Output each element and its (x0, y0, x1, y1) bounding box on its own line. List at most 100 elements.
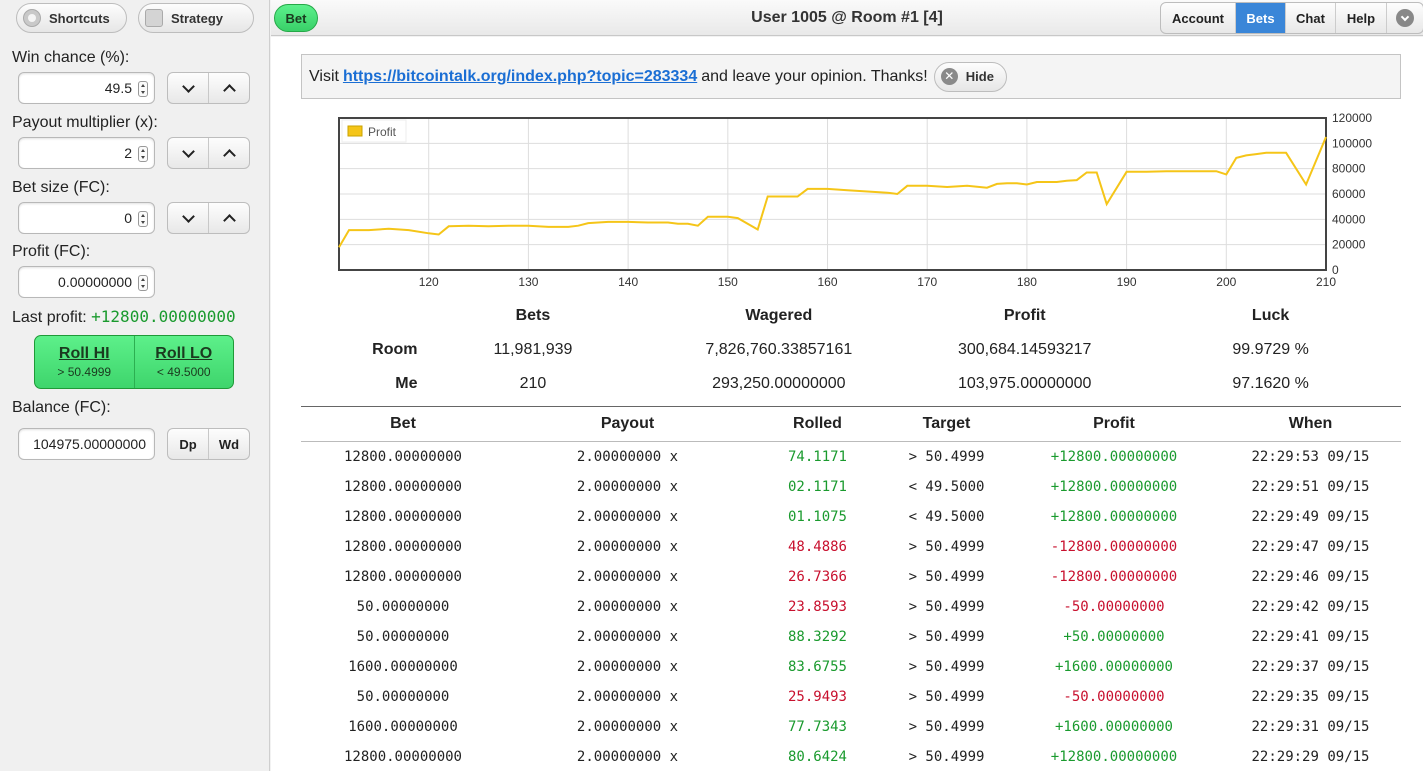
hide-button[interactable]: ✕ Hide (933, 61, 1007, 92)
bet-tab-button[interactable]: Bet (274, 4, 318, 32)
y-tick-label: 40000 (1332, 212, 1366, 226)
payout-label: Payout multiplier (x): (12, 114, 158, 131)
nav-more-button[interactable] (1387, 3, 1423, 33)
increase-button[interactable] (209, 138, 249, 168)
cell-rolled: 02.1171 (787, 479, 847, 495)
cell-profit: +50.00000000 (1063, 629, 1165, 645)
last-profit-value: +12800.00000000 (91, 307, 236, 326)
cell-rolled: 26.7366 (787, 569, 847, 585)
cell-payout: 2.00000000 x (576, 719, 679, 735)
withdraw-button[interactable]: Wd (209, 429, 249, 459)
nav-bets[interactable]: Bets (1236, 3, 1286, 33)
roll-lo-button[interactable]: Roll LO < 49.5000 (135, 336, 234, 388)
nav-help[interactable]: Help (1336, 3, 1387, 33)
balance-label: Balance (FC): (12, 399, 111, 416)
decrease-button[interactable] (168, 73, 209, 103)
cell-bet: 50.00000000 (356, 629, 450, 645)
checkbox-icon (145, 9, 163, 27)
bet-size-input[interactable]: 0 (18, 202, 155, 234)
cell-bet: 50.00000000 (356, 689, 450, 705)
y-tick-label: 20000 (1332, 238, 1366, 252)
sidebar: Shortcuts Strategy Win chance (%): 49.5 … (0, 0, 270, 771)
cell-payout: 2.00000000 x (576, 659, 679, 675)
column-header: Target (922, 415, 971, 432)
stats-cell: 99.9729 % (1232, 341, 1309, 358)
chevron-up-icon (222, 83, 236, 97)
notice-banner: Visit https://bitcointalk.org/index.php?… (301, 54, 1401, 99)
cell-rolled: 74.1171 (787, 449, 847, 465)
cell-target: > 50.4999 (908, 569, 985, 585)
last-profit: Last profit: +12800.00000000 (12, 307, 236, 327)
cell-target: > 50.4999 (908, 749, 985, 765)
cell-profit: -50.00000000 (1063, 689, 1165, 705)
x-tick-label: 140 (618, 275, 638, 289)
payout-input[interactable]: 2 (18, 137, 155, 169)
cell-rolled: 77.7343 (787, 719, 847, 735)
y-tick-label: 120000 (1332, 112, 1372, 125)
cell-payout: 2.00000000 x (576, 449, 679, 465)
cell-profit: +12800.00000000 (1050, 509, 1178, 525)
column-header: Rolled (793, 415, 842, 432)
column-header: Bet (390, 415, 416, 432)
legend-swatch (347, 125, 363, 137)
cell-payout: 2.00000000 x (576, 749, 679, 765)
cell-when: 22:29:35 09/15 (1251, 689, 1370, 705)
stats-header: Wagered (745, 307, 813, 324)
deposit-button[interactable]: Dp (168, 429, 209, 459)
cell-profit: +12800.00000000 (1050, 479, 1178, 495)
win-chance-input[interactable]: 49.5 (18, 72, 155, 104)
decrease-button[interactable] (168, 138, 209, 168)
shortcuts-button[interactable]: Shortcuts (16, 3, 127, 33)
payout-stepper (167, 137, 250, 169)
stats-cell: 11,981,939 (493, 341, 573, 358)
table-row: 12800.00000000 2.00000000 x 26.7366 > 50.49… (301, 562, 1401, 592)
cell-profit: +1600.00000000 (1054, 719, 1173, 735)
cell-when: 22:29:42 09/15 (1251, 599, 1370, 615)
nav-tabs: Account Bets Chat Help (1160, 2, 1423, 34)
notice-link[interactable]: https://bitcointalk.org/index.php?topic=… (343, 68, 697, 86)
legend-label: Profit (368, 125, 397, 139)
increase-button[interactable] (209, 73, 249, 103)
profit-value: 0.00000000 (58, 274, 132, 290)
stats-cell: 7,826,760.33857161 (705, 341, 853, 358)
stats-row-me: Me 210 293,250.00000000 103,975.00000000… (301, 367, 1401, 401)
decrease-button[interactable] (168, 203, 209, 233)
roll-hi-button[interactable]: Roll HI > 50.4999 (35, 336, 135, 388)
y-tick-label: 80000 (1332, 162, 1366, 176)
profit-input[interactable]: 0.00000000 (18, 266, 155, 298)
profit-label: Profit (FC): (12, 243, 91, 260)
nav-account[interactable]: Account (1161, 3, 1236, 33)
spinner-icon[interactable] (138, 146, 148, 162)
stats-row-room: Room 11,981,939 7,826,760.33857161 300,6… (301, 333, 1401, 367)
cell-bet: 50.00000000 (356, 599, 450, 615)
increase-button[interactable] (209, 203, 249, 233)
spinner-icon[interactable] (138, 275, 148, 291)
nav-chat[interactable]: Chat (1286, 3, 1336, 33)
cell-target: < 49.5000 (908, 509, 985, 525)
cell-payout: 2.00000000 x (576, 599, 679, 615)
cell-rolled: 80.6424 (787, 749, 847, 765)
chevron-down-icon (181, 144, 195, 158)
bets-table: Bet Payout Rolled Target Profit When 128… (301, 406, 1401, 771)
cell-payout: 2.00000000 x (576, 569, 679, 585)
strategy-button[interactable]: Strategy (138, 3, 254, 33)
cell-when: 22:29:47 09/15 (1251, 539, 1370, 555)
table-row: 12800.00000000 2.00000000 x 80.6424 > 50.49… (301, 742, 1401, 771)
cell-target: < 49.5000 (908, 479, 985, 495)
roll-lo-target: < 49.5000 (156, 365, 211, 379)
cell-when: 22:29:37 09/15 (1251, 659, 1370, 675)
spinner-icon[interactable] (138, 81, 148, 97)
win-chance-value: 49.5 (104, 80, 132, 96)
y-tick-label: 100000 (1332, 136, 1372, 150)
cell-target: > 50.4999 (908, 539, 985, 555)
cell-rolled: 48.4886 (787, 539, 847, 555)
cell-payout: 2.00000000 x (576, 689, 679, 705)
chevron-down-icon (181, 79, 195, 93)
close-icon: ✕ (940, 68, 958, 85)
stats-header: Profit (1003, 307, 1046, 324)
spinner-icon[interactable] (138, 211, 148, 227)
cell-profit: -50.00000000 (1063, 599, 1165, 615)
cell-when: 22:29:41 09/15 (1251, 629, 1370, 645)
cell-bet: 12800.00000000 (343, 509, 462, 525)
chevron-down-icon (181, 209, 195, 223)
